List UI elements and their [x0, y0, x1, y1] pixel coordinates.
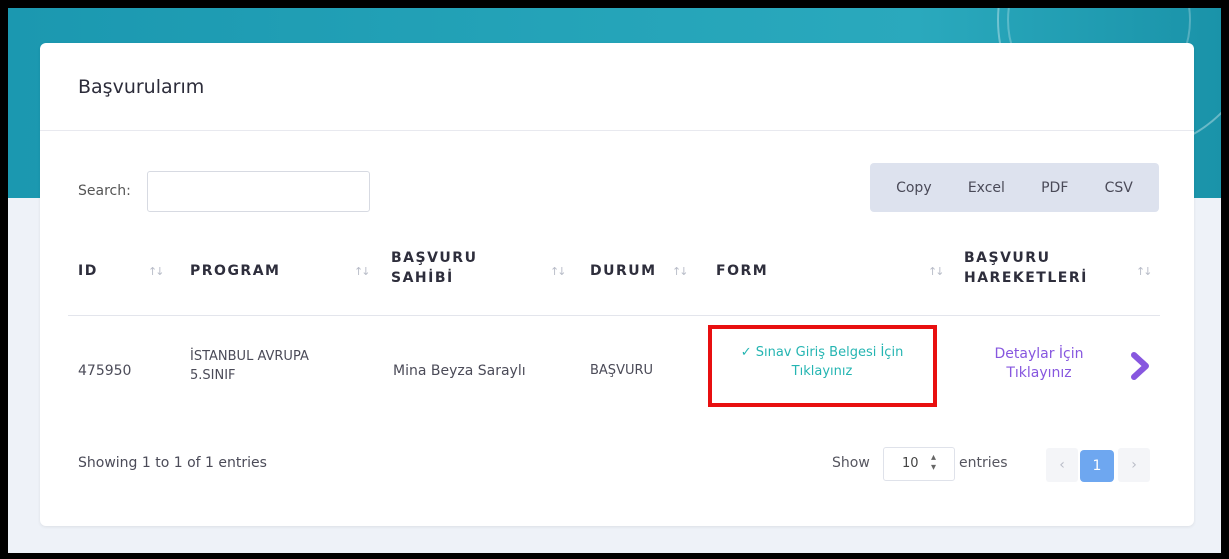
- entries-info: Showing 1 to 1 of 1 entries: [78, 455, 267, 471]
- cell-status: BAŞVURU: [590, 363, 654, 378]
- csv-button[interactable]: CSV: [1101, 174, 1137, 202]
- search-input[interactable]: [147, 171, 370, 212]
- export-button-group: Copy Excel PDF CSV: [870, 163, 1159, 212]
- page-frame: Başvurularım Search: Copy Excel PDF CSV …: [8, 8, 1221, 553]
- cell-program: İSTANBUL AVRUPA 5.SINIF: [190, 347, 309, 385]
- pdf-button[interactable]: PDF: [1037, 174, 1072, 202]
- cell-program-line2: 5.SINIF: [190, 368, 236, 383]
- header-id[interactable]: ID: [78, 261, 98, 281]
- header-actions[interactable]: BAŞVURU HAREKETLERİ: [964, 248, 1088, 288]
- header-applicant[interactable]: BAŞVURU SAHİBİ: [391, 248, 477, 288]
- chevron-right-icon[interactable]: [1128, 351, 1154, 381]
- sort-arrows-icon[interactable]: ↑↓: [1136, 265, 1153, 278]
- current-page-button[interactable]: 1: [1080, 450, 1114, 482]
- card-title: Başvurularım: [78, 76, 205, 98]
- select-arrows-icon: ▴ ▾: [931, 452, 937, 473]
- header-status-label: DURUM: [590, 263, 657, 279]
- sort-arrows-icon[interactable]: ↑↓: [354, 265, 371, 278]
- header-actions-line1: BAŞVURU: [964, 250, 1051, 266]
- title-divider: [40, 130, 1194, 131]
- header-program-label: PROGRAM: [190, 263, 281, 279]
- entries-label: entries: [959, 455, 1008, 471]
- sort-arrows-icon[interactable]: ↑↓: [148, 265, 165, 278]
- cell-id: 475950: [78, 363, 132, 379]
- header-status[interactable]: DURUM: [590, 261, 657, 281]
- next-page-button[interactable]: ›: [1118, 448, 1150, 482]
- search-label: Search:: [78, 183, 131, 199]
- header-form[interactable]: FORM: [716, 261, 768, 281]
- copy-button[interactable]: Copy: [892, 174, 936, 202]
- page-size-select[interactable]: 10 ▴ ▾: [883, 447, 955, 481]
- cell-owner: Mina Beyza Saraylı: [393, 363, 526, 379]
- sort-arrows-icon[interactable]: ↑↓: [928, 265, 945, 278]
- header-program[interactable]: PROGRAM: [190, 261, 280, 281]
- header-applicant-line2: SAHİBİ: [391, 270, 454, 286]
- header-id-label: ID: [78, 263, 98, 279]
- details-link-line1: Detaylar İçin: [994, 346, 1084, 362]
- details-link-line2: Tıklayınız: [1006, 365, 1072, 381]
- applications-card: Başvurularım Search: Copy Excel PDF CSV …: [40, 43, 1194, 526]
- previous-page-button[interactable]: ‹: [1046, 448, 1078, 482]
- show-label: Show: [832, 455, 870, 471]
- page-size-value: 10: [902, 456, 919, 471]
- header-applicant-line1: BAŞVURU: [391, 250, 478, 266]
- header-actions-line2: HAREKETLERİ: [964, 270, 1088, 286]
- header-divider: [68, 315, 1160, 316]
- header-form-label: FORM: [716, 263, 769, 279]
- highlight-box: [708, 325, 937, 407]
- cell-program-line1: İSTANBUL AVRUPA: [190, 349, 309, 364]
- sort-arrows-icon[interactable]: ↑↓: [672, 265, 689, 278]
- sort-arrows-icon[interactable]: ↑↓: [550, 265, 567, 278]
- excel-button[interactable]: Excel: [964, 174, 1009, 202]
- details-link[interactable]: Detaylar İçin Tıklayınız: [980, 345, 1098, 383]
